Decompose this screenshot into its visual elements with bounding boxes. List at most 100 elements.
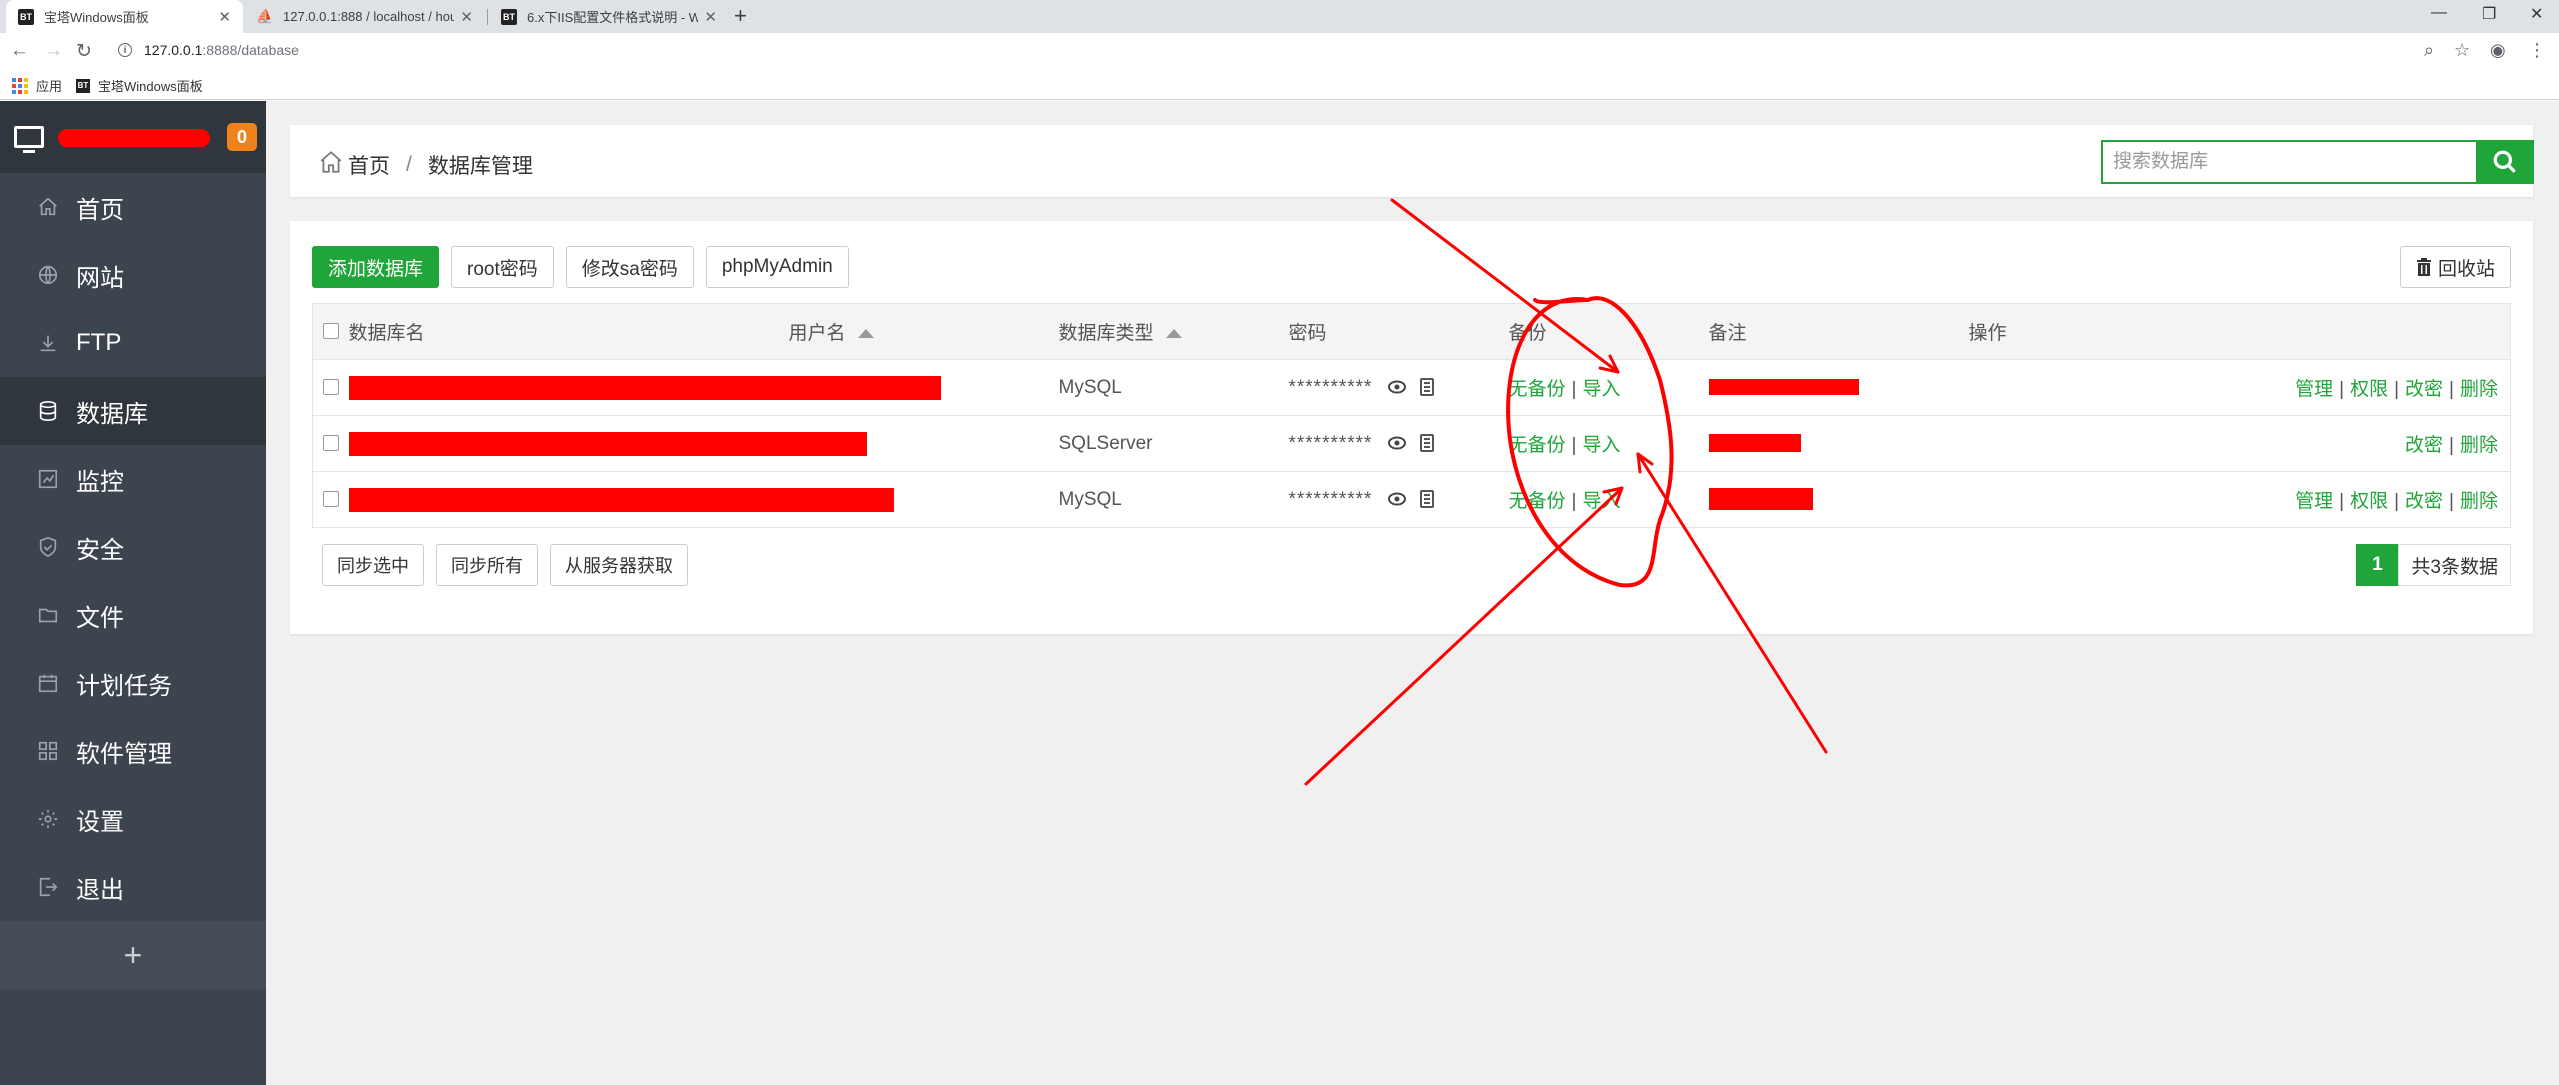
bookmark-bt-panel[interactable]: BT 宝塔Windows面板 xyxy=(76,76,203,95)
bookmark-apps[interactable]: 应用 xyxy=(12,76,62,95)
window-close-icon[interactable]: ✕ xyxy=(2530,4,2543,24)
star-icon[interactable]: ☆ xyxy=(2454,40,2470,61)
logout-icon xyxy=(36,875,60,899)
change-password-link[interactable]: 改密 xyxy=(2405,379,2443,400)
change-password-link[interactable]: 改密 xyxy=(2405,491,2443,512)
sort-asc-icon[interactable] xyxy=(1165,329,1182,339)
select-all-checkbox[interactable] xyxy=(322,323,339,340)
bookmark-label: 宝塔Windows面板 xyxy=(98,79,203,94)
close-icon[interactable]: ✕ xyxy=(460,8,473,26)
redacted-database-name xyxy=(348,487,894,512)
sidebar-item-cron[interactable]: 计划任务 xyxy=(0,649,266,717)
copy-icon[interactable] xyxy=(1420,378,1435,397)
backup-status-link[interactable]: 无备份 xyxy=(1509,491,1566,512)
reload-icon[interactable]: ↻ xyxy=(76,40,92,63)
sidebar-item-files[interactable]: 文件 xyxy=(0,581,266,649)
backup-status-link[interactable]: 无备份 xyxy=(1509,379,1566,400)
column-header-label: 数据库类型 xyxy=(1058,323,1154,344)
column-header-user[interactable]: 用户名 xyxy=(788,303,1059,360)
search-box xyxy=(2101,140,2534,184)
import-link[interactable]: 导入 xyxy=(1582,491,1620,512)
delete-link[interactable]: 删除 xyxy=(2460,379,2498,400)
sidebar-item-label: 文件 xyxy=(76,604,124,632)
recycle-bin-button[interactable]: 回收站 xyxy=(2399,246,2511,288)
sync-all-button[interactable]: 同步所有 xyxy=(436,544,538,586)
column-header-name: 数据库名 xyxy=(348,303,789,360)
copy-icon[interactable] xyxy=(1420,434,1435,453)
zoom-icon[interactable]: ⌕ xyxy=(2424,40,2434,61)
delete-link[interactable]: 删除 xyxy=(2460,435,2498,456)
column-header-type[interactable]: 数据库类型 xyxy=(1058,303,1289,360)
close-icon[interactable]: ✕ xyxy=(218,8,231,26)
db-type-cell: MySQL xyxy=(1058,471,1289,528)
eye-icon[interactable] xyxy=(1388,492,1407,506)
import-link[interactable]: 导入 xyxy=(1582,435,1620,456)
backup-status-link[interactable]: 无备份 xyxy=(1509,435,1566,456)
back-icon[interactable]: ← xyxy=(10,40,29,62)
account-icon[interactable]: ◉ xyxy=(2490,40,2506,61)
sidebar-item-home[interactable]: 首页 xyxy=(0,173,266,241)
row-checkbox[interactable] xyxy=(322,435,339,452)
home-icon[interactable] xyxy=(318,149,348,181)
sidebar-item-label: 首页 xyxy=(76,196,124,224)
fetch-from-server-button[interactable]: 从服务器获取 xyxy=(550,544,688,586)
import-link[interactable]: 导入 xyxy=(1582,379,1620,400)
new-tab-button[interactable]: + xyxy=(734,3,747,29)
close-icon[interactable]: ✕ xyxy=(704,8,717,26)
redacted-name-cell xyxy=(348,415,1059,472)
permission-link[interactable]: 权限 xyxy=(2350,379,2388,400)
url-field[interactable]: i 127.0.0.1:8888/database xyxy=(118,42,299,58)
sidebar-item-logout[interactable]: 退出 xyxy=(0,853,266,921)
page-number-current[interactable]: 1 xyxy=(2356,544,2399,586)
change-password-link[interactable]: 改密 xyxy=(2405,435,2443,456)
browser-tab-phpmyadmin[interactable]: ⛵ 127.0.0.1:888 / localhost / hou ✕ xyxy=(245,0,485,33)
manage-link[interactable]: 管理 xyxy=(2295,491,2333,512)
manage-link[interactable]: 管理 xyxy=(2295,379,2333,400)
row-checkbox[interactable] xyxy=(322,379,339,396)
sidebar-item-label: FTP xyxy=(76,329,122,356)
minimize-icon[interactable]: — xyxy=(2431,4,2447,22)
select-all-checkbox-cell xyxy=(312,303,349,360)
sidebar-item-label: 安全 xyxy=(76,536,124,564)
sort-asc-icon[interactable] xyxy=(857,329,874,339)
sidebar-item-label: 监控 xyxy=(76,468,124,496)
globe-icon xyxy=(36,263,60,287)
database-table: 数据库名 用户名 数据库类型 密码 备份 备注 操作 MySQL *******… xyxy=(312,303,2511,528)
permission-link[interactable]: 权限 xyxy=(2350,491,2388,512)
db-type-cell: SQLServer xyxy=(1058,415,1289,472)
more-menu-icon[interactable]: ⋮ xyxy=(2528,40,2546,61)
ops-cell: 管理 | 权限 | 改密 | 删除 xyxy=(1968,359,2511,416)
sidebar-item-monitor[interactable]: 监控 xyxy=(0,445,266,513)
eye-icon[interactable] xyxy=(1388,436,1407,450)
column-header-backup: 备份 xyxy=(1508,303,1709,360)
sidebar-item-settings[interactable]: 设置 xyxy=(0,785,266,853)
browser-tab-bt-panel[interactable]: BT 宝塔Windows面板 ✕ xyxy=(6,0,243,33)
sidebar-item-ftp[interactable]: FTP xyxy=(0,309,266,377)
column-header-ops: 操作 xyxy=(1968,303,2511,360)
sidebar-item-software[interactable]: 软件管理 xyxy=(0,717,266,785)
row-checkbox-cell xyxy=(312,471,349,528)
notification-badge[interactable]: 0 xyxy=(227,123,257,151)
eye-icon[interactable] xyxy=(1388,380,1407,394)
sidebar-item-security[interactable]: 安全 xyxy=(0,513,266,581)
phpmyadmin-button[interactable]: phpMyAdmin xyxy=(705,246,849,288)
restore-icon[interactable]: ❐ xyxy=(2482,4,2496,24)
sidebar-item-website[interactable]: 网站 xyxy=(0,241,266,309)
calendar-icon xyxy=(36,671,60,695)
root-password-button[interactable]: root密码 xyxy=(451,246,554,288)
forward-icon[interactable]: → xyxy=(44,40,63,62)
search-button[interactable] xyxy=(2476,140,2534,184)
add-shortcut-button[interactable]: + xyxy=(0,921,266,989)
sync-selected-button[interactable]: 同步选中 xyxy=(322,544,424,586)
browser-tab-iis-doc[interactable]: BT 6.x下IIS配置文件格式说明 - Win ✕ xyxy=(489,0,729,33)
sidebar-item-database[interactable]: 数据库 xyxy=(0,377,266,445)
site-info-icon[interactable]: i xyxy=(118,43,132,57)
copy-icon[interactable] xyxy=(1420,490,1435,509)
row-checkbox[interactable] xyxy=(322,491,339,508)
delete-link[interactable]: 删除 xyxy=(2460,491,2498,512)
search-input[interactable] xyxy=(2101,140,2476,184)
breadcrumb-home-link[interactable]: 首页 xyxy=(348,150,390,180)
sa-password-button[interactable]: 修改sa密码 xyxy=(565,246,694,288)
add-database-button[interactable]: 添加数据库 xyxy=(312,246,440,288)
redacted-database-name xyxy=(348,375,941,400)
